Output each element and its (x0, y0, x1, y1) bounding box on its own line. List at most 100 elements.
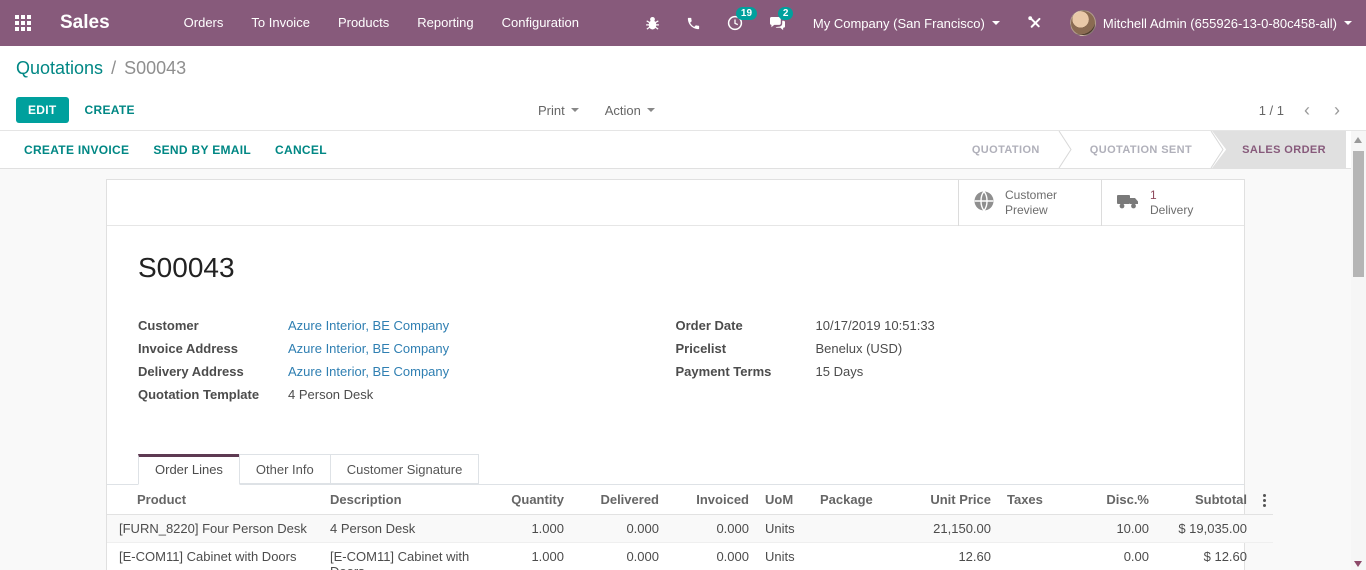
cell-subtotal[interactable]: $ 19,035.00 (1157, 514, 1255, 543)
cell-uom[interactable]: Units (757, 514, 812, 543)
avatar (1069, 10, 1096, 36)
cell-invoiced[interactable]: 0.000 (667, 542, 757, 570)
action-dropdown[interactable]: Action (605, 103, 655, 118)
create-invoice-button[interactable]: CREATE INVOICE (24, 143, 129, 157)
apps-menu-button[interactable] (0, 0, 46, 46)
activities-button[interactable]: 19 (714, 0, 758, 46)
messages-button[interactable]: 2 (756, 0, 799, 46)
edit-button[interactable]: EDIT (16, 97, 69, 123)
cell-description[interactable]: [E-COM11] Cabinet with Doors (322, 542, 492, 570)
col-unit-price[interactable]: Unit Price (904, 485, 999, 515)
app-brand-sales[interactable]: Sales (46, 12, 124, 34)
print-dropdown[interactable]: Print (538, 103, 579, 118)
cell-product[interactable]: [E-COM11] Cabinet with Doors (107, 542, 322, 570)
scrollbar-thumb[interactable] (1353, 151, 1364, 277)
table-row[interactable]: [FURN_8220] Four Person Desk 4 Person De… (107, 514, 1273, 543)
pager-next-button[interactable]: › (1330, 101, 1344, 119)
print-label: Print (538, 102, 565, 118)
col-invoiced[interactable]: Invoiced (667, 485, 757, 515)
tools-icon (1027, 15, 1043, 31)
cell-subtotal[interactable]: $ 12.60 (1157, 542, 1255, 570)
globe-icon (973, 190, 995, 216)
cell-delivered[interactable]: 0.000 (572, 542, 667, 570)
cell-invoiced[interactable]: 0.000 (667, 514, 757, 543)
chevron-down-icon (570, 108, 579, 112)
col-product[interactable]: Product (107, 485, 322, 515)
cell-uom[interactable]: Units (757, 542, 812, 570)
cell-quantity[interactable]: 1.000 (492, 514, 572, 543)
tab-customer-signature[interactable]: Customer Signature (329, 454, 480, 484)
menu-configuration[interactable]: Configuration (488, 0, 593, 46)
col-subtotal[interactable]: Subtotal (1157, 485, 1255, 515)
pager: 1 / 1 ‹ › (1259, 101, 1344, 119)
main-menu: Orders To Invoice Products Reporting Con… (170, 0, 593, 46)
delivery-label: Delivery (1150, 203, 1194, 217)
customer-preview-label-2: Preview (1005, 203, 1048, 217)
cell-quantity[interactable]: 1.000 (492, 542, 572, 570)
user-menu[interactable]: Mitchell Admin (655926-13-0-80c458-all) (1056, 0, 1366, 46)
payment-terms-value: 15 Days (815, 364, 864, 379)
state-sales-order[interactable]: SALES ORDER (1212, 131, 1346, 168)
cell-disc[interactable]: 10.00 (1069, 514, 1157, 543)
chevron-down-icon (646, 108, 655, 112)
form-view: Customer Preview 1 Delivery S00043 Custo… (0, 169, 1366, 570)
create-button[interactable]: CREATE (85, 103, 135, 117)
delivery-smart-button[interactable]: 1 Delivery (1101, 180, 1244, 226)
customer-value-link[interactable]: Azure Interior, BE Company (288, 318, 449, 333)
bug-icon (645, 16, 660, 31)
table-header-row: Product Description Quantity Delivered I… (107, 485, 1273, 515)
col-taxes[interactable]: Taxes (999, 485, 1069, 515)
cancel-button[interactable]: CANCEL (275, 143, 327, 157)
tab-order-lines[interactable]: Order Lines (138, 454, 240, 485)
cell-taxes[interactable] (999, 514, 1069, 543)
invoice-address-value-link[interactable]: Azure Interior, BE Company (288, 341, 449, 356)
form-sheet: Customer Preview 1 Delivery S00043 Custo… (106, 179, 1273, 570)
pricelist-value: Benelux (USD) (815, 341, 903, 356)
state-quotation[interactable]: QUOTATION (954, 131, 1058, 168)
customer-preview-button[interactable]: Customer Preview (958, 180, 1101, 226)
optional-columns-icon[interactable] (1262, 492, 1266, 507)
invoice-address-label: Invoice Address (138, 341, 238, 356)
cell-description[interactable]: 4 Person Desk (322, 514, 492, 543)
breadcrumb-quotations-link[interactable]: Quotations (16, 58, 103, 79)
col-package[interactable]: Package (812, 485, 904, 515)
activity-count-badge: 19 (735, 7, 758, 20)
company-switcher[interactable]: My Company (San Francisco) (799, 0, 1014, 46)
col-description[interactable]: Description (322, 485, 492, 515)
cell-delivered[interactable]: 0.000 (572, 514, 667, 543)
cell-taxes[interactable] (999, 542, 1069, 570)
delivery-address-value-link[interactable]: Azure Interior, BE Company (288, 364, 449, 379)
scroll-up-arrow-icon[interactable] (1354, 137, 1362, 143)
status-steps: QUOTATION QUOTATION SENT SALES ORDER (954, 131, 1366, 168)
voip-phone-button[interactable] (673, 0, 714, 46)
pager-previous-button[interactable]: ‹ (1300, 101, 1314, 119)
cell-package[interactable] (812, 542, 904, 570)
col-delivered[interactable]: Delivered (572, 485, 667, 515)
send-by-email-button[interactable]: SEND BY EMAIL (153, 143, 251, 157)
quotation-template-label: Quotation Template (138, 387, 260, 402)
tab-other-info[interactable]: Other Info (238, 454, 331, 484)
cell-product[interactable]: [FURN_8220] Four Person Desk (107, 514, 322, 543)
col-quantity[interactable]: Quantity (492, 485, 572, 515)
vertical-scrollbar[interactable] (1351, 131, 1366, 570)
cell-unit-price[interactable]: 21,150.00 (904, 514, 999, 543)
order-lines-table: Product Description Quantity Delivered I… (107, 485, 1273, 570)
col-disc[interactable]: Disc.% (1069, 485, 1157, 515)
menu-orders[interactable]: Orders (170, 0, 238, 46)
menu-to-invoice[interactable]: To Invoice (237, 0, 324, 46)
order-date-label: Order Date (675, 318, 743, 333)
scroll-down-arrow-icon[interactable] (1354, 561, 1362, 567)
table-row[interactable]: [E-COM11] Cabinet with Doors [E-COM11] C… (107, 542, 1273, 570)
col-uom[interactable]: UoM (757, 485, 812, 515)
cell-package[interactable] (812, 514, 904, 543)
quotation-template-value: 4 Person Desk (288, 387, 374, 402)
company-name: My Company (San Francisco) (812, 15, 985, 31)
menu-reporting[interactable]: Reporting (403, 0, 487, 46)
support-tools-button[interactable] (1014, 0, 1056, 46)
state-quotation-sent[interactable]: QUOTATION SENT (1072, 131, 1210, 168)
cell-disc[interactable]: 0.00 (1069, 542, 1157, 570)
pager-value: 1 / 1 (1258, 102, 1284, 118)
cell-unit-price[interactable]: 12.60 (904, 542, 999, 570)
debug-menu-button[interactable] (632, 0, 673, 46)
menu-products[interactable]: Products (324, 0, 403, 46)
